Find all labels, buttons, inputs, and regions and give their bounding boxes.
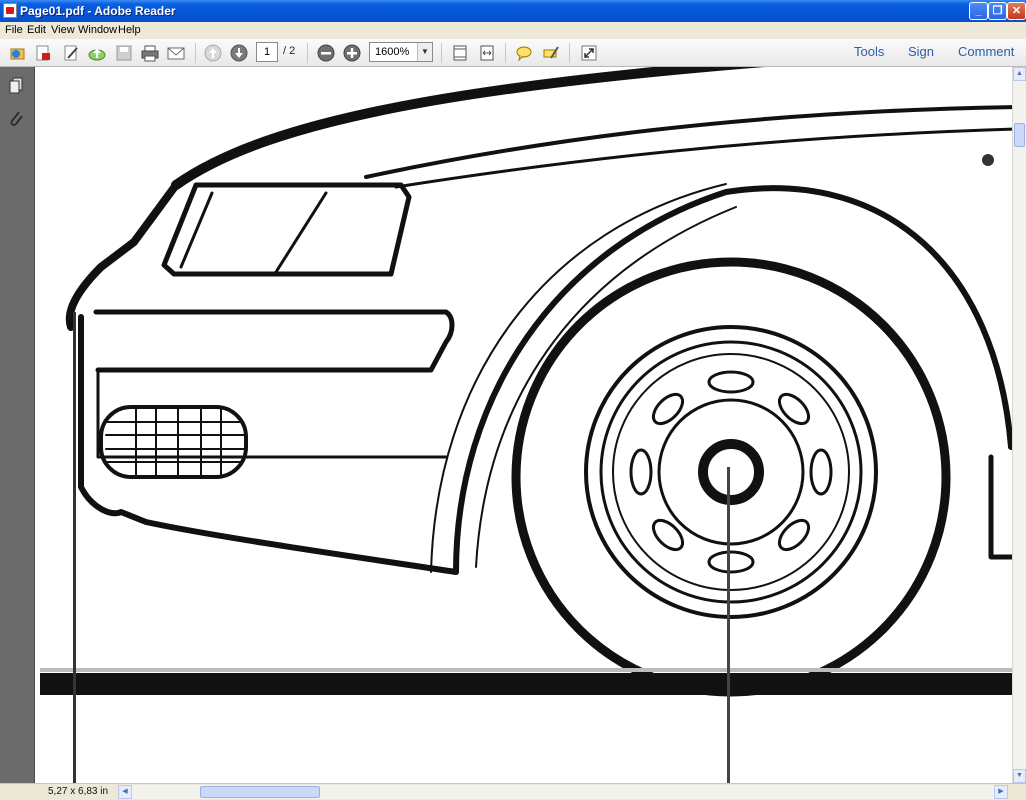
scroll-down-icon[interactable]: ▼ [1013, 769, 1026, 783]
sticky-note-icon[interactable] [513, 43, 535, 63]
fit-width-icon[interactable] [476, 43, 498, 63]
minimize-button[interactable]: _ [969, 2, 988, 20]
car-drawing [40, 67, 1012, 783]
horizontal-scrollbar[interactable]: ◀ ▶ [118, 785, 1008, 799]
comment-pane-button[interactable]: Comment [958, 44, 1014, 59]
navigation-panel [0, 67, 35, 783]
print-icon[interactable] [139, 43, 161, 63]
page-number-field[interactable]: 1 [256, 42, 278, 62]
title-bar: Page01.pdf - Adobe Reader _ ❐ ✕ [0, 0, 1026, 22]
previous-page-icon[interactable] [202, 43, 224, 63]
restore-button[interactable]: ❐ [988, 2, 1007, 20]
zoom-out-icon[interactable] [315, 43, 337, 63]
page-size-label: 5,27 x 6,83 in [48, 786, 109, 797]
window-title: Page01.pdf - Adobe Reader [20, 4, 176, 18]
document-viewport[interactable] [36, 67, 1012, 783]
next-page-icon[interactable] [228, 43, 250, 63]
menu-window[interactable]: Window [78, 24, 117, 36]
vertical-scroll-thumb[interactable] [1014, 123, 1025, 147]
menu-file[interactable]: File [5, 24, 23, 36]
attachments-icon[interactable] [6, 107, 26, 129]
scroll-left-icon[interactable]: ◀ [118, 785, 132, 799]
zoom-level-select[interactable]: 1600% ▼ [369, 42, 433, 62]
cloud-upload-icon[interactable] [86, 43, 108, 63]
page-thumbnails-icon[interactable] [6, 75, 26, 97]
menu-edit[interactable]: Edit [27, 24, 46, 36]
menu-help[interactable]: Help [118, 24, 141, 36]
create-pdf-icon[interactable] [32, 43, 54, 63]
chevron-down-icon[interactable]: ▼ [417, 43, 432, 61]
menu-view[interactable]: View [51, 24, 75, 36]
zoom-in-icon[interactable] [341, 43, 363, 63]
status-bar: 5,27 x 6,83 in ◀ ▶ [0, 783, 1026, 800]
email-icon[interactable] [165, 43, 187, 63]
scroll-up-icon[interactable]: ▲ [1013, 67, 1026, 81]
horizontal-scroll-thumb[interactable] [200, 786, 320, 798]
edit-pdf-icon[interactable] [60, 43, 82, 63]
full-screen-icon[interactable] [578, 43, 600, 63]
tools-pane-button[interactable]: Tools [854, 44, 884, 59]
open-icon[interactable] [7, 43, 29, 63]
page-total-label: / 2 [283, 45, 296, 57]
close-button[interactable]: ✕ [1007, 2, 1026, 20]
menu-bar: File Edit View Window Help [0, 22, 1026, 39]
vertical-scrollbar[interactable]: ▲ ▼ [1012, 67, 1026, 783]
pdf-app-icon [3, 3, 17, 18]
scroll-right-icon[interactable]: ▶ [994, 785, 1008, 799]
fit-page-icon[interactable] [449, 43, 471, 63]
save-icon[interactable] [113, 43, 135, 63]
zoom-level-value: 1600% [375, 46, 410, 58]
highlight-icon[interactable] [540, 43, 562, 63]
sign-pane-button[interactable]: Sign [908, 44, 934, 59]
